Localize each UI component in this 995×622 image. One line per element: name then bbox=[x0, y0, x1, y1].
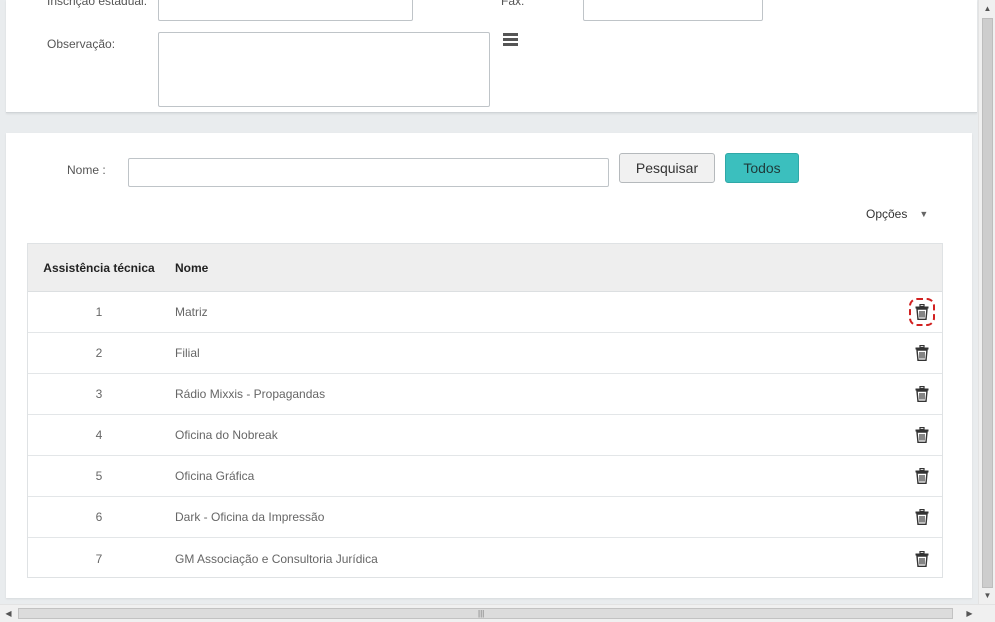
scroll-right-icon[interactable]: ▶ bbox=[961, 605, 978, 622]
trash-icon[interactable] bbox=[915, 468, 929, 484]
trash-icon[interactable] bbox=[915, 550, 929, 567]
row-name: Filial bbox=[175, 346, 200, 360]
table-row[interactable]: 4 Oficina do Nobreak bbox=[28, 415, 942, 456]
row-name: GM Associação e Consultoria Jurídica bbox=[175, 551, 378, 566]
options-dropdown[interactable]: Opções ▼ bbox=[866, 207, 928, 221]
row-name: Oficina do Nobreak bbox=[175, 428, 278, 442]
table-body: 1 Matriz 2 Filial 3 Rádio Mixxis - Propaganda… bbox=[28, 292, 942, 579]
show-all-button[interactable]: Todos bbox=[725, 153, 799, 183]
row-id: 5 bbox=[95, 469, 103, 483]
observacao-label: Observação: bbox=[47, 37, 116, 51]
trash-icon[interactable] bbox=[915, 509, 929, 525]
row-id: 7 bbox=[95, 551, 103, 566]
scroll-down-icon[interactable]: ▼ bbox=[979, 587, 995, 604]
trash-icon[interactable] bbox=[909, 298, 935, 326]
observacao-textarea[interactable] bbox=[158, 32, 490, 107]
horizontal-scroll-thumb[interactable] bbox=[18, 608, 953, 619]
table-row[interactable]: 6 Dark - Oficina da Impressão bbox=[28, 497, 942, 538]
inscricao-estadual-label: Inscrição estadual: bbox=[47, 0, 148, 8]
vertical-scrollbar[interactable]: ▲ ▼ bbox=[978, 0, 995, 604]
page-viewport: Inscrição estadual: Fax: Observação: Nom… bbox=[0, 0, 978, 604]
row-name: Matriz bbox=[175, 305, 208, 319]
options-label: Opções bbox=[866, 207, 908, 221]
trash-icon[interactable] bbox=[915, 345, 929, 361]
table-row[interactable]: 3 Rádio Mixxis - Propagandas bbox=[28, 374, 942, 415]
table-row[interactable]: 1 Matriz bbox=[28, 292, 942, 333]
row-id: 2 bbox=[95, 346, 103, 360]
scroll-up-icon[interactable]: ▲ bbox=[979, 0, 995, 17]
trash-icon[interactable] bbox=[915, 386, 929, 402]
row-name: Rádio Mixxis - Propagandas bbox=[175, 387, 326, 401]
technical-assistance-table: Assistência técnica Nome 1 Matriz 2 Filial 3… bbox=[27, 243, 943, 578]
table-row[interactable]: 5 Oficina Gráfica bbox=[28, 456, 942, 497]
column-header-assistencia-tecnica[interactable]: Assistência técnica bbox=[28, 261, 170, 275]
name-search-input[interactable] bbox=[128, 158, 609, 187]
row-id: 6 bbox=[95, 510, 103, 524]
table-row[interactable]: 2 Filial bbox=[28, 333, 942, 374]
table-header: Assistência técnica Nome bbox=[28, 244, 942, 292]
column-header-nome[interactable]: Nome bbox=[170, 261, 902, 275]
scroll-left-icon[interactable]: ◀ bbox=[0, 605, 17, 622]
hamburger-menu-icon[interactable] bbox=[503, 33, 518, 46]
company-form-card: Inscrição estadual: Fax: Observação: bbox=[6, 0, 977, 113]
row-id: 4 bbox=[95, 428, 103, 442]
table-row[interactable]: 7 GM Associação e Consultoria Jurídica bbox=[28, 538, 942, 579]
inscricao-estadual-input[interactable] bbox=[158, 0, 413, 21]
vertical-scroll-thumb[interactable] bbox=[982, 18, 993, 588]
fax-input[interactable] bbox=[583, 0, 763, 21]
scroll-grip-icon: ||| bbox=[478, 609, 485, 618]
row-id: 3 bbox=[95, 387, 103, 401]
fax-label: Fax: bbox=[501, 0, 525, 8]
technical-assistance-list-card: Nome : Pesquisar Todos Opções ▼ Assistên… bbox=[6, 133, 972, 598]
horizontal-scrollbar[interactable]: ◀ ||| ▶ bbox=[0, 604, 995, 622]
name-search-label: Nome : bbox=[67, 163, 106, 177]
search-button[interactable]: Pesquisar bbox=[619, 153, 715, 183]
row-name: Oficina Gráfica bbox=[175, 469, 255, 483]
trash-icon[interactable] bbox=[915, 427, 929, 443]
row-name: Dark - Oficina da Impressão bbox=[175, 510, 325, 524]
caret-down-icon: ▼ bbox=[919, 209, 929, 219]
row-id: 1 bbox=[95, 305, 103, 319]
